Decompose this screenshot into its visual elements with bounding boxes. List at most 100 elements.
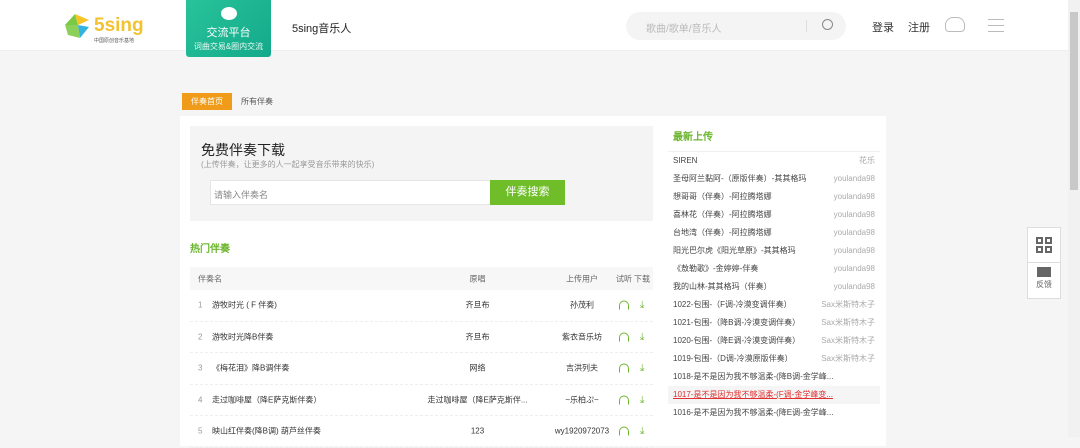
headphones-icon[interactable]	[619, 332, 629, 342]
list-item[interactable]: 阳光巴尔虎《阳光草原》-其其格玛 youlanda98	[668, 242, 880, 260]
list-item[interactable]: 想哥哥（伴奏）-阿拉腾塔娜 youlanda98	[668, 188, 880, 206]
tab-accompaniment-home[interactable]: 伴奏首页	[182, 93, 232, 110]
download-icon[interactable]: ⤓	[640, 394, 644, 405]
original-singer[interactable]: 123	[419, 427, 536, 436]
uploader-link[interactable]: 紫衣音乐坊	[540, 331, 624, 342]
list-item[interactable]: 1017-是不是因为我不够温柔-(F调-金学峰变...	[668, 386, 880, 404]
search-icon[interactable]	[822, 19, 833, 30]
feedback-button[interactable]: 反馈	[1028, 263, 1060, 290]
item-title[interactable]: 1016-是不是因为我不够温柔-(降E调-金学峰...	[673, 404, 833, 422]
item-user[interactable]: Sax米斯特木子	[821, 314, 875, 332]
headphones-icon[interactable]	[619, 363, 629, 373]
register-link[interactable]: 注册	[908, 19, 930, 35]
item-title[interactable]: 台地湾（伴奏）-阿拉腾塔娜	[673, 224, 772, 242]
list-item[interactable]: SIREN 花乐	[668, 152, 880, 170]
tab-all-accompaniment[interactable]: 所有伴奏	[232, 93, 282, 110]
item-user[interactable]: youlanda98	[834, 224, 875, 242]
item-user[interactable]: Sax米斯特木子	[821, 350, 875, 368]
uploader-link[interactable]: 吉洪列夫	[540, 363, 624, 374]
accompaniment-name-link[interactable]: 映山红伴奏(降B调) 葫芦丝伴奏	[212, 426, 321, 437]
download-subtitle: (上传伴奏，让更多的人一起享受音乐带来的快乐)	[201, 160, 375, 169]
logo-text: 5sing	[94, 15, 144, 36]
accompaniment-search-button[interactable]: 伴奏搜索	[490, 180, 565, 205]
list-item[interactable]: 圣母阿兰黏阿-（原版伴奏）-其其格玛 youlanda98	[668, 170, 880, 188]
item-user[interactable]: Sax米斯特木子	[821, 296, 875, 314]
list-item[interactable]: 1019-包围-（D调-冷漠原版伴奏） Sax米斯特木子	[668, 350, 880, 368]
download-icon[interactable]: ⤓	[640, 331, 644, 342]
accompaniment-name-link[interactable]: 游牧时光 ( F 伴奏)	[212, 300, 277, 311]
list-item[interactable]: 《敖勒歌》-金婷婷-伴奏 youlanda98	[668, 260, 880, 278]
list-item[interactable]: 1018-是不是因为我不够温柔-(降B调-金学峰...	[668, 368, 880, 386]
table-row: 1 游牧时光 ( F 伴奏) 齐旦布 孙茂利 ⤓	[190, 290, 653, 322]
original-singer[interactable]: 齐旦布	[419, 300, 536, 311]
table-row: 2 游牧时光降B伴奏 齐旦布 紫衣音乐坊 ⤓	[190, 322, 653, 353]
musician-link[interactable]: 5sing音乐人	[292, 20, 351, 36]
item-title[interactable]: 1021-包围-（降B调-冷漠变调伴奏）	[673, 314, 800, 332]
scrollbar-thumb[interactable]	[1070, 12, 1078, 190]
logo-mark-icon	[65, 14, 89, 38]
download-icon[interactable]: ⤓	[640, 363, 644, 374]
download-icon[interactable]: ⤓	[640, 426, 644, 437]
item-title[interactable]: 阳光巴尔虎《阳光草原》-其其格玛	[673, 242, 796, 260]
list-item[interactable]: 台地湾（伴奏）-阿拉腾塔娜 youlanda98	[668, 224, 880, 242]
col-uploader: 上传用户	[566, 274, 598, 283]
list-item[interactable]: 1016-是不是因为我不够温柔-(降E调-金学峰...	[668, 404, 880, 422]
list-item[interactable]: 我的山林-其其格玛（伴奏） youlanda98	[668, 278, 880, 296]
download-search-box: 免费伴奏下载 (上传伴奏，让更多的人一起享受音乐带来的快乐) 请输入伴奏名 伴奏…	[190, 126, 653, 221]
item-user[interactable]: youlanda98	[834, 206, 875, 224]
qr-code-button[interactable]	[1028, 228, 1060, 263]
item-title[interactable]: 1018-是不是因为我不够温柔-(降B调-金学峰...	[673, 368, 833, 386]
row-index: 4	[198, 395, 203, 405]
tab-bar: 伴奏首页 所有伴奏	[182, 93, 282, 110]
item-user[interactable]: youlanda98	[834, 242, 875, 260]
menu-icon[interactable]	[988, 19, 1004, 37]
item-title[interactable]: 圣母阿兰黏阿-（原版伴奏）-其其格玛	[673, 170, 806, 188]
item-title[interactable]: 1017-是不是因为我不够温柔-(F调-金学峰变...	[673, 386, 833, 404]
accompaniment-search-input[interactable]: 请输入伴奏名	[210, 180, 491, 205]
search-input[interactable]: 歌曲/歌单/音乐人	[626, 12, 846, 40]
item-title[interactable]: 《敖勒歌》-金婷婷-伴奏	[673, 260, 758, 278]
accompaniment-name-link[interactable]: 走过咖啡屋（降E萨克斯伴奏）	[212, 394, 321, 405]
item-title[interactable]: 1020-包围-（降E调-冷漠变调伴奏）	[673, 332, 800, 350]
item-title[interactable]: SIREN	[673, 152, 697, 170]
row-index: 2	[198, 332, 203, 342]
uploader-link[interactable]: 孙茂利	[540, 300, 624, 311]
item-user[interactable]: 花乐	[859, 152, 875, 170]
uploader-link[interactable]: ~乐柏ぷ~	[540, 394, 624, 405]
top-header: 5sing 中国原创音乐基地 交流平台 词曲交易&圈内交流 5sing音乐人 歌…	[0, 0, 1068, 57]
headphones-icon[interactable]	[619, 395, 629, 405]
accompaniment-name-link[interactable]: 《梅花泪》降B调伴奏	[212, 363, 289, 374]
headphones-icon[interactable]	[619, 300, 629, 310]
row-index: 3	[198, 363, 203, 373]
list-item[interactable]: 1022-包围-（F调-冷漠变调伴奏） Sax米斯特木子	[668, 296, 880, 314]
download-icon[interactable]: ⤓	[640, 300, 644, 311]
item-title[interactable]: 想哥哥（伴奏）-阿拉腾塔娜	[673, 188, 772, 206]
accompaniment-name-link[interactable]: 游牧时光降B伴奏	[212, 331, 273, 342]
list-item[interactable]: 1020-包围-（降E调-冷漠变调伴奏） Sax米斯特木子	[668, 332, 880, 350]
latest-uploads: 最新上传 SIREN 花乐 圣母阿兰黏阿-（原版伴奏）-其其格玛 youlanda98…	[668, 116, 880, 422]
item-user[interactable]: youlanda98	[834, 170, 875, 188]
login-link[interactable]: 登录	[872, 19, 894, 35]
search-placeholder: 歌曲/歌单/音乐人	[646, 24, 722, 35]
item-title[interactable]: 我的山林-其其格玛（伴奏）	[673, 278, 772, 296]
list-item[interactable]: 喜林花（伴奏）-阿拉腾塔娜 youlanda98	[668, 206, 880, 224]
original-singer[interactable]: 走过咖啡屋（降E萨克斯伴...	[419, 394, 536, 405]
uploader-link[interactable]: wy1920972073	[540, 427, 624, 436]
list-item[interactable]: 1021-包围-（降B调-冷漠变调伴奏） Sax米斯特木子	[668, 314, 880, 332]
item-user[interactable]: youlanda98	[834, 188, 875, 206]
upload-cloud-icon[interactable]	[945, 17, 965, 32]
scrollbar[interactable]	[1068, 0, 1080, 437]
original-singer[interactable]: 网络	[419, 363, 536, 374]
exchange-platform-button[interactable]: 交流平台 词曲交易&圈内交流	[186, 0, 271, 57]
item-title[interactable]: 喜林花（伴奏）-阿拉腾塔娜	[673, 206, 772, 224]
item-title[interactable]: 1019-包围-（D调-冷漠原版伴奏）	[673, 350, 793, 368]
site-logo[interactable]: 5sing 中国原创音乐基地	[62, 11, 144, 44]
item-title[interactable]: 1022-包围-（F调-冷漠变调伴奏）	[673, 296, 792, 314]
original-singer[interactable]: 齐旦布	[419, 331, 536, 342]
floating-toolbar: 反馈	[1027, 227, 1061, 299]
headphones-icon[interactable]	[619, 426, 629, 436]
item-user[interactable]: youlanda98	[834, 278, 875, 296]
main-content: 免费伴奏下载 (上传伴奏，让更多的人一起享受音乐带来的快乐) 请输入伴奏名 伴奏…	[180, 116, 886, 448]
item-user[interactable]: Sax米斯特木子	[821, 332, 875, 350]
item-user[interactable]: youlanda98	[834, 260, 875, 278]
